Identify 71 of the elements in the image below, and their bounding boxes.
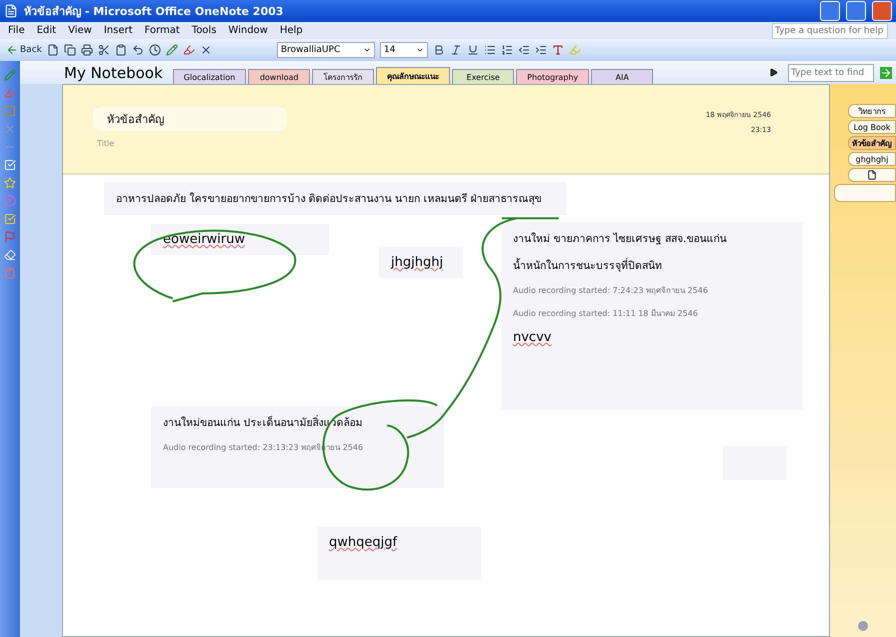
menu-item[interactable]: Insert bbox=[104, 25, 133, 36]
numbering-icon[interactable] bbox=[500, 44, 513, 56]
menu-item[interactable]: Format bbox=[144, 25, 180, 36]
note-text: jhgjhghj bbox=[391, 255, 444, 270]
page-tab[interactable]: วิทยากร bbox=[848, 104, 896, 118]
font-size-field[interactable]: 14 bbox=[380, 42, 428, 58]
notebook-name[interactable]: My Notebook bbox=[64, 64, 163, 82]
find-field[interactable]: Type text to find bbox=[788, 64, 874, 82]
paste-icon[interactable] bbox=[114, 44, 127, 56]
print-icon[interactable] bbox=[80, 44, 93, 56]
section-tab[interactable]: AIA bbox=[591, 69, 654, 84]
note-text: อาหารปลอดภัย ใครขายอยากขายการบ้าง ติดต่อประสานงาน นายก เหลมนตรี ฝ่ายสาธารณสุข bbox=[116, 192, 543, 207]
menu-item[interactable]: Edit bbox=[36, 25, 56, 36]
delete-icon[interactable] bbox=[200, 44, 212, 56]
go-icon[interactable] bbox=[880, 66, 892, 78]
new-page-icon[interactable] bbox=[46, 44, 59, 56]
back-button[interactable]: Back bbox=[6, 44, 42, 56]
caret-icon bbox=[362, 46, 371, 54]
todo-icon[interactable] bbox=[4, 213, 16, 225]
note-text: nvcvv bbox=[513, 330, 552, 345]
help-search-field[interactable]: Type a question for help bbox=[772, 22, 888, 38]
maximize-button[interactable] bbox=[846, 1, 866, 21]
minimize-button[interactable] bbox=[820, 1, 840, 21]
highlight-color-icon[interactable] bbox=[568, 44, 581, 56]
checkbox-icon[interactable] bbox=[4, 159, 16, 171]
audio-timestamp: Audio recording started: 11:11 18 มีนาคม 2546 bbox=[513, 308, 699, 320]
note-text: น้ำหนักในการชนะบรรจุที่ปิดสนิท bbox=[513, 257, 663, 274]
section-tab[interactable]: Photography bbox=[516, 69, 590, 84]
menu-item[interactable]: View bbox=[68, 25, 92, 36]
page-icon bbox=[867, 170, 877, 180]
title-label: Title bbox=[97, 139, 114, 148]
window-title: หัวข้อสำคัญ - Microsoft Office OneNote 2003 bbox=[24, 4, 284, 20]
star-icon[interactable] bbox=[4, 177, 16, 189]
play-icon[interactable] bbox=[769, 68, 778, 77]
note-text: qwhqeqjgf bbox=[329, 535, 398, 550]
close-button[interactable] bbox=[872, 1, 892, 21]
section-tab[interactable]: คุณลักษณะแนะ bbox=[376, 67, 450, 84]
clipboard-icon[interactable] bbox=[4, 267, 16, 279]
underline-icon[interactable] bbox=[466, 44, 479, 56]
clock-icon[interactable] bbox=[148, 44, 161, 56]
page-tab[interactable]: หัวข้อสำคัญ bbox=[848, 136, 896, 150]
indent-icon[interactable] bbox=[534, 44, 547, 56]
new-page-tab[interactable] bbox=[848, 168, 896, 182]
app-icon bbox=[4, 4, 18, 18]
cut-icon[interactable] bbox=[98, 44, 110, 56]
section-tab[interactable]: Exercise bbox=[452, 69, 514, 84]
outdent-icon[interactable] bbox=[518, 44, 530, 56]
pen-icon[interactable] bbox=[166, 44, 178, 56]
scroll-orb-icon[interactable] bbox=[858, 621, 868, 631]
font-color-icon[interactable] bbox=[552, 44, 564, 56]
menu-item[interactable]: Tools bbox=[192, 25, 216, 36]
font-field[interactable]: BrowalliaUPC bbox=[276, 42, 375, 58]
bold-icon[interactable] bbox=[432, 44, 445, 56]
page-title[interactable]: หัวข้อสำคัญ bbox=[93, 107, 287, 131]
highlighter-icon[interactable] bbox=[182, 44, 195, 56]
back-arrow-icon bbox=[6, 44, 18, 56]
audio-timestamp: Audio recording started: 7:24:23 พฤศจิกายน 2546 bbox=[513, 285, 709, 297]
section-tab[interactable]: download bbox=[248, 69, 310, 84]
menu-item[interactable]: Help bbox=[280, 25, 303, 36]
section-tab[interactable]: โครงการรัก bbox=[312, 69, 374, 84]
caret-icon bbox=[416, 46, 424, 54]
page-tab[interactable]: Log Book bbox=[848, 120, 896, 134]
section-tab[interactable]: Glocalization bbox=[172, 69, 246, 84]
italic-icon[interactable] bbox=[450, 44, 462, 56]
copy-icon[interactable] bbox=[64, 44, 76, 56]
page-tab[interactable]: ghghghj bbox=[848, 152, 896, 166]
menu-item[interactable]: File bbox=[8, 25, 25, 36]
note-text: งานใหม่ ขายภาคการ ไซยเศรษฐ สสจ.ขอนแก่น bbox=[513, 232, 728, 247]
menu-item[interactable]: Window bbox=[228, 25, 268, 36]
undo-icon[interactable] bbox=[132, 44, 144, 56]
note-text: eoweirwiruw bbox=[163, 232, 246, 247]
